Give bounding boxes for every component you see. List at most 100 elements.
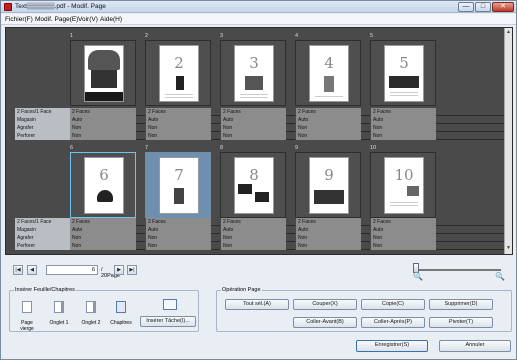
page-digit: 6 bbox=[99, 166, 109, 184]
page-thumbnail[interactable]: 10 bbox=[370, 152, 436, 218]
prop-value[interactable]: 2 Faces bbox=[220, 108, 286, 116]
prop-value[interactable]: Non bbox=[145, 242, 211, 250]
prop-value[interactable]: Auto bbox=[145, 226, 211, 234]
prop-value[interactable]: Non bbox=[145, 132, 211, 140]
scroll-up-icon[interactable]: ▲ bbox=[505, 29, 512, 37]
prop-value[interactable]: Non bbox=[70, 242, 136, 250]
maximize-button[interactable]: □ bbox=[475, 2, 491, 12]
page-thumbnail[interactable]: 2 bbox=[145, 40, 211, 106]
prop-value[interactable]: Auto bbox=[370, 226, 436, 234]
zoom-in-icon[interactable]: 🔍 bbox=[495, 272, 505, 281]
scroll-down-icon[interactable]: ▼ bbox=[505, 245, 512, 253]
select-all-button[interactable]: Tout sél.(A) bbox=[225, 299, 289, 310]
prop-value[interactable]: Non bbox=[370, 242, 436, 250]
zoom-slider[interactable]: 🔍 🔍 bbox=[413, 263, 505, 281]
minimize-button[interactable]: — bbox=[458, 2, 474, 12]
prop-label-punch: Perforer bbox=[15, 132, 70, 140]
prop-value[interactable]: Non bbox=[295, 124, 361, 132]
vertical-scrollbar[interactable]: ▲ ▼ bbox=[504, 28, 512, 254]
cancel-button[interactable]: Annuler bbox=[439, 340, 511, 352]
prev-page-button[interactable]: ◀ bbox=[27, 265, 37, 275]
prop-value[interactable]: Non bbox=[145, 234, 211, 242]
prop-value[interactable]: 2 Faces bbox=[70, 108, 136, 116]
page-preview: 8 bbox=[234, 157, 274, 214]
photo-image bbox=[91, 70, 117, 88]
menu-view[interactable]: Voir(V) bbox=[78, 16, 98, 23]
chapters-label[interactable]: Chapitres bbox=[108, 320, 134, 326]
delete-button[interactable]: Supprimer(D) bbox=[429, 299, 493, 310]
prop-value[interactable]: 2 Faces bbox=[295, 218, 361, 226]
prop-value[interactable]: Non bbox=[220, 242, 286, 250]
tab1-label[interactable]: Onglet 1 bbox=[46, 320, 72, 326]
next-page-button[interactable]: ▶ bbox=[114, 265, 124, 275]
cut-button[interactable]: Couper(X) bbox=[293, 299, 357, 310]
first-page-button[interactable]: |◀ bbox=[13, 265, 23, 275]
prop-value[interactable]: 2 Faces bbox=[145, 218, 211, 226]
menu-edit-page[interactable]: Modif. Page(E) bbox=[35, 16, 78, 23]
copy-button[interactable]: Copie(C) bbox=[361, 299, 425, 310]
prop-value[interactable]: Auto bbox=[70, 226, 136, 234]
blank-page-icon[interactable] bbox=[22, 301, 32, 313]
prop-value[interactable]: Auto bbox=[145, 116, 211, 124]
page-thumbnail[interactable]: 4 bbox=[295, 40, 361, 106]
rotate-button[interactable]: Pivoter(T) bbox=[429, 317, 493, 328]
prop-value[interactable]: Non bbox=[70, 124, 136, 132]
page-thumbnail[interactable]: 9 bbox=[295, 152, 361, 218]
prop-value[interactable]: 2 Faces bbox=[145, 108, 211, 116]
paste-after-button[interactable]: Coller-Après(P) bbox=[361, 317, 425, 328]
prop-value[interactable]: Auto bbox=[220, 226, 286, 234]
prop-value[interactable]: Non bbox=[220, 234, 286, 242]
prop-value[interactable]: Non bbox=[295, 242, 361, 250]
page-thumbnail[interactable] bbox=[70, 40, 136, 106]
prop-value[interactable]: 2 Faces bbox=[295, 108, 361, 116]
zoom-track[interactable] bbox=[419, 269, 501, 271]
page-thumbnail-selected[interactable]: 7 bbox=[145, 152, 211, 218]
page-properties-table: 2 Faces/1 Face 2 Faces 2 Faces 2 Faces 2… bbox=[15, 108, 504, 140]
close-button[interactable]: ✕ bbox=[492, 2, 514, 12]
prop-value[interactable]: Non bbox=[70, 234, 136, 242]
page-thumbnail[interactable]: 3 bbox=[220, 40, 286, 106]
last-page-button[interactable]: ▶| bbox=[127, 265, 137, 275]
prop-value[interactable]: Non bbox=[295, 132, 361, 140]
photo-image bbox=[88, 50, 120, 70]
page-digit: 3 bbox=[249, 54, 259, 72]
tab2-label[interactable]: Onglet 2 bbox=[78, 320, 104, 326]
paste-before-button[interactable]: Coller-Avant(B) bbox=[293, 317, 357, 328]
prop-value[interactable]: 2 Faces bbox=[70, 218, 136, 226]
page-digit: 8 bbox=[249, 166, 259, 184]
chapters-icon[interactable] bbox=[116, 301, 126, 313]
prop-value[interactable]: Auto bbox=[220, 116, 286, 124]
prop-value[interactable]: Non bbox=[370, 234, 436, 242]
page-thumbnail[interactable]: 8 bbox=[220, 152, 286, 218]
prop-value[interactable]: Non bbox=[295, 234, 361, 242]
app-window: Text▒▒▒▒▒▒.pdf - Modif. Page — □ ✕ Fichi… bbox=[0, 0, 517, 360]
insert-task-button[interactable]: Insérer Tâche(I)... bbox=[140, 316, 196, 327]
prop-value[interactable]: Non bbox=[220, 124, 286, 132]
save-button[interactable]: Enregistrer(S) bbox=[356, 340, 428, 352]
zoom-out-icon[interactable]: 🔍 bbox=[413, 272, 423, 281]
prop-value[interactable]: Non bbox=[70, 132, 136, 140]
menu-file[interactable]: Fichier(F) bbox=[5, 16, 33, 23]
blank-page-label[interactable]: Page vierge bbox=[14, 320, 40, 332]
prop-value[interactable]: Non bbox=[370, 132, 436, 140]
prop-value[interactable]: Auto bbox=[295, 226, 361, 234]
menu-bar: Fichier(F) Modif. Page(E) Voir(V) Aide(H… bbox=[1, 14, 516, 25]
page-thumbnail[interactable]: 5 bbox=[370, 40, 436, 106]
prop-value[interactable]: Auto bbox=[70, 116, 136, 124]
prop-value[interactable]: 2 Faces bbox=[370, 108, 436, 116]
page-preview: 9 bbox=[309, 157, 349, 214]
prop-value[interactable]: Auto bbox=[295, 116, 361, 124]
prop-value[interactable]: 2 Faces bbox=[220, 218, 286, 226]
insert-sheet-group: Insérer Feuille/Chapitres Page vierge On… bbox=[9, 287, 199, 332]
prop-value[interactable]: Non bbox=[145, 124, 211, 132]
current-page-input[interactable]: 6 bbox=[46, 265, 98, 275]
menu-help[interactable]: Aide(H) bbox=[100, 16, 122, 23]
tab1-icon[interactable] bbox=[54, 301, 64, 313]
prop-value[interactable]: Non bbox=[370, 124, 436, 132]
insert-task-icon[interactable] bbox=[163, 299, 177, 310]
prop-value[interactable]: Non bbox=[220, 132, 286, 140]
page-thumbnail-selected[interactable]: 6 bbox=[70, 152, 136, 218]
prop-value[interactable]: 2 Faces bbox=[370, 218, 436, 226]
prop-value[interactable]: Auto bbox=[370, 116, 436, 124]
tab2-icon[interactable] bbox=[86, 301, 96, 313]
